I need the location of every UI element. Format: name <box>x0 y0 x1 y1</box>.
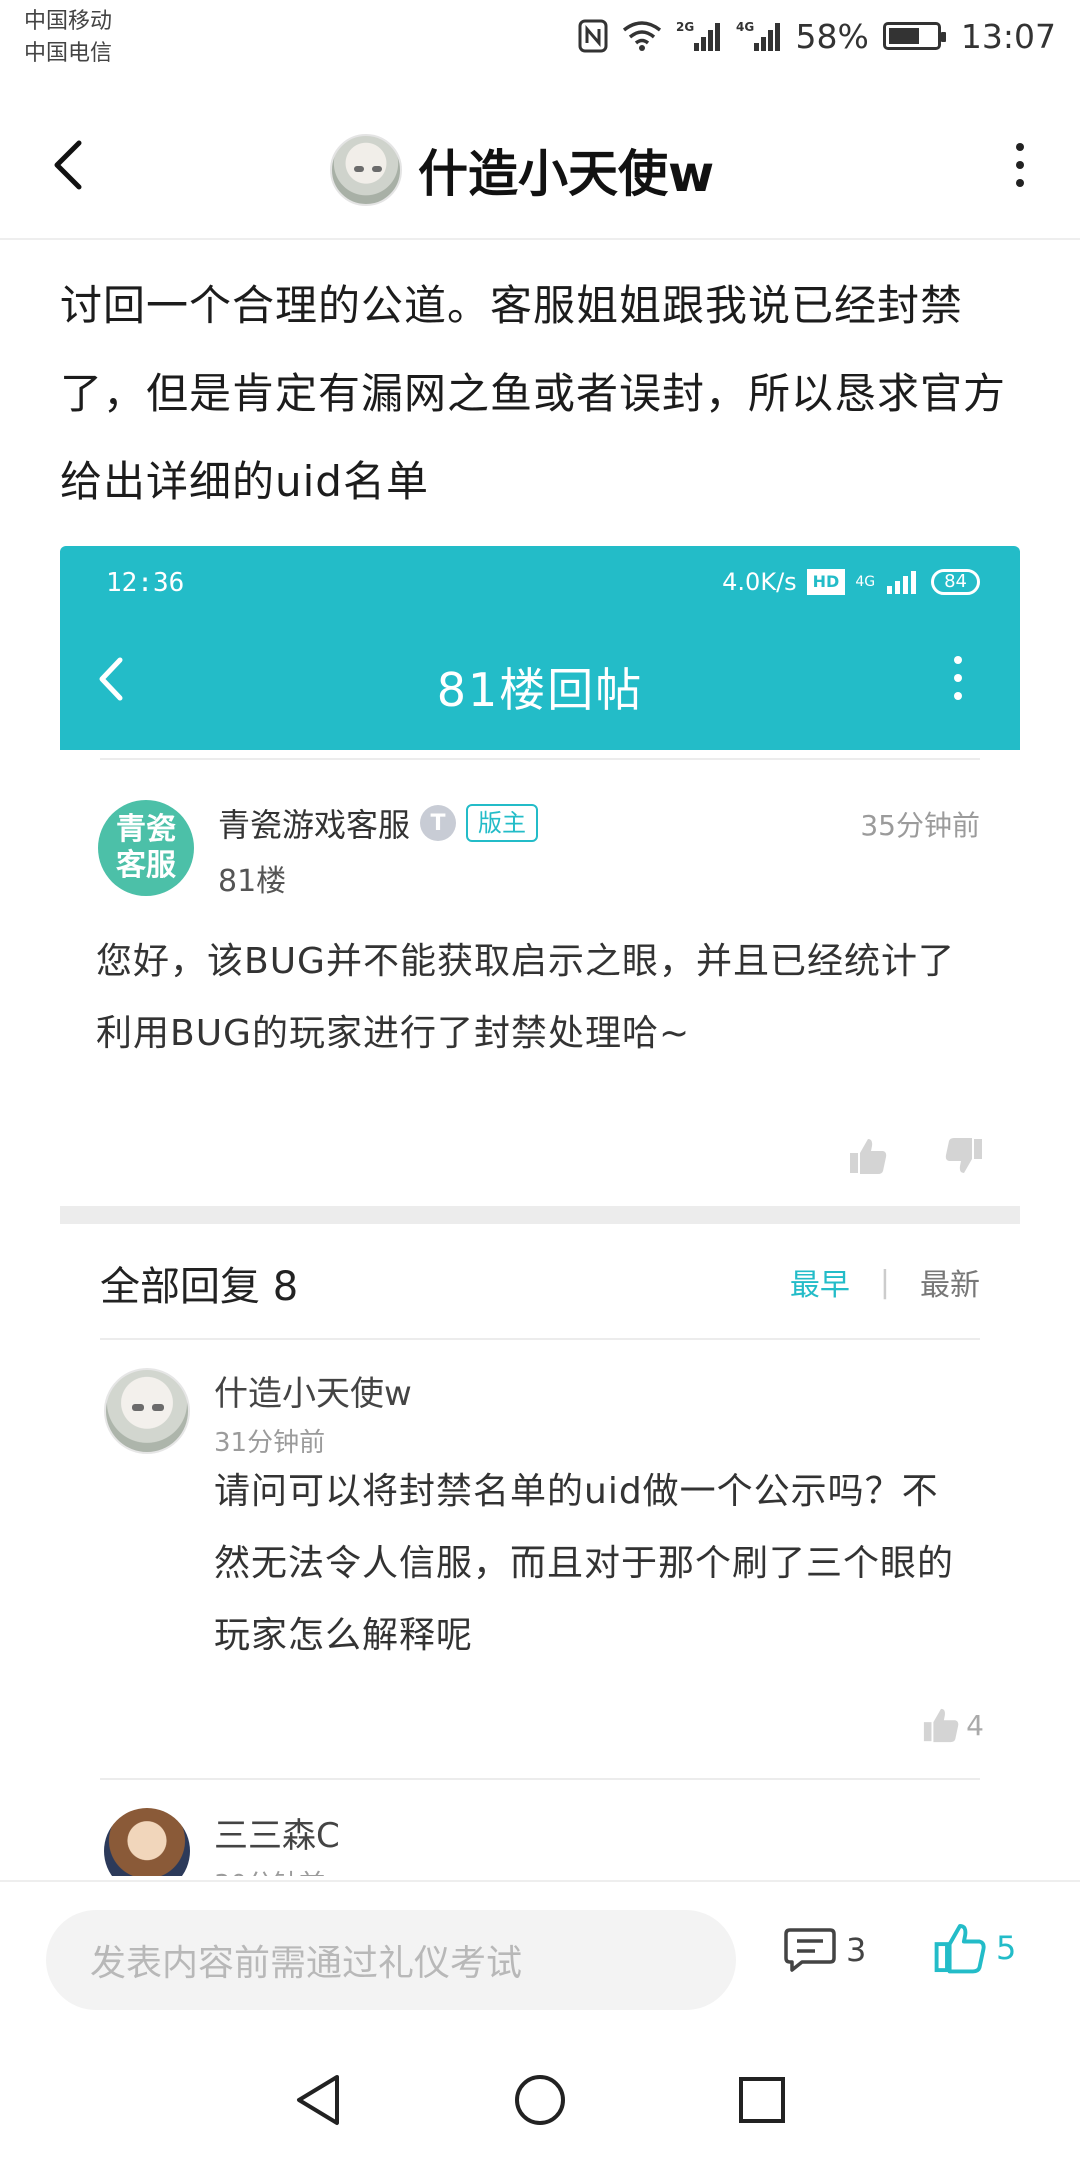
cs-avatar-text: 客服 <box>116 848 176 883</box>
reply-like-count: 4 <box>922 1706 984 1744</box>
level-badge: T <box>420 805 457 841</box>
post-body-text: 讨回一个合理的公道。客服姐姐跟我说已经封禁了，但是肯定有漏网之鱼或者误封，所以恳… <box>60 281 1007 506</box>
comment-input[interactable]: 发表内容前需通过礼仪考试 <box>46 1910 736 2010</box>
reply-timestamp: 30分钟前 <box>214 1864 325 1876</box>
embedded-signal-icon <box>887 571 917 594</box>
like-button[interactable]: 5 <box>934 1922 1016 1974</box>
comment-button[interactable]: 3 <box>784 1926 866 1974</box>
like-count: 5 <box>996 1929 1017 1967</box>
nav-recents-icon[interactable] <box>737 2075 787 2125</box>
replies-header: 全部回复 8 <box>100 1264 299 1310</box>
cs-avatar: 青瓷 客服 <box>98 800 194 896</box>
sort-earliest: 最早 <box>789 1268 850 1303</box>
more-dot <box>1016 179 1024 187</box>
battery-icon <box>882 22 946 50</box>
reply-text: 请问可以将封禁名单的uid做一个公示吗？不然无法令人信服，而且对于那个刷了三个眼… <box>214 1471 955 1656</box>
signal-2g-icon: 2G <box>676 19 722 53</box>
embedded-more-icon <box>954 656 962 700</box>
thumbs-up-icon <box>850 1139 887 1174</box>
thumbs-down-icon <box>945 1138 982 1173</box>
thumbs-up-icon <box>924 1708 959 1743</box>
avatar <box>104 1368 190 1454</box>
sort-separator: | <box>879 1264 890 1300</box>
page-title: 什造小天使w <box>418 145 715 203</box>
cs-avatar-text: 青瓷 <box>116 812 176 847</box>
divider <box>100 1778 980 1780</box>
reply-username: 什造小天使w <box>214 1374 412 1414</box>
carrier-1: 中国移动 <box>24 9 113 34</box>
cs-username: 青瓷游戏客服 <box>218 806 411 844</box>
nav-back-icon[interactable] <box>293 2073 343 2127</box>
carrier-2: 中国电信 <box>24 41 113 66</box>
embedded-header: 12:36 4.0K/s HD 4G 84 81楼回帖 <box>60 546 1020 750</box>
cs-reply-text: 您好，该BUG并不能获取启示之眼，并且已经统计了利用BUG的玩家进行了封禁处理哈… <box>96 941 955 1054</box>
thumbs-up-icon <box>934 1923 986 1974</box>
signal-label-2g: 2G <box>676 20 694 34</box>
system-nav-bar <box>0 2040 1080 2160</box>
wifi-icon <box>622 20 662 52</box>
divider <box>100 1338 980 1340</box>
floor-number: 81楼 <box>218 864 287 899</box>
header-user[interactable]: 什造小天使w <box>330 120 714 220</box>
embedded-screenshot[interactable]: 12:36 4.0K/s HD 4G 84 81楼回帖 青瓷 客服 青瓷游戏客服… <box>60 546 1020 1876</box>
embedded-title: 81楼回帖 <box>436 663 644 717</box>
reply-timestamp: 31分钟前 <box>214 1428 326 1458</box>
embedded-status-icons: 4.0K/s HD 4G 84 <box>722 568 980 596</box>
back-arrow-icon <box>54 140 82 190</box>
embedded-time: 12:36 <box>106 568 185 598</box>
more-dot <box>1016 143 1024 151</box>
clock: 13:07 <box>960 16 1056 56</box>
section-separator <box>60 1206 1020 1224</box>
avatar[interactable] <box>330 134 402 206</box>
bottom-action-bar: 发表内容前需通过礼仪考试 3 5 <box>0 1880 1080 2040</box>
embedded-network: 4G <box>855 574 876 590</box>
comment-count: 3 <box>846 1931 867 1969</box>
carrier-info: 中国移动 中国电信 <box>24 6 112 70</box>
avatar <box>104 1808 190 1876</box>
signal-4g-icon: 4G <box>736 19 782 53</box>
nav-home-icon[interactable] <box>513 2073 567 2127</box>
back-button[interactable] <box>38 130 98 200</box>
embedded-battery: 84 <box>931 569 980 595</box>
divider <box>100 758 980 760</box>
comment-icon <box>784 1928 836 1972</box>
like-count: 4 <box>966 1708 984 1742</box>
cs-timestamp: 35分钟前 <box>860 809 980 842</box>
cs-reaction-icons <box>848 1136 984 1176</box>
status-icons: 2G 4G 58% 13:07 <box>578 14 1056 58</box>
more-options-button[interactable] <box>1000 130 1040 200</box>
more-dot <box>1016 161 1024 169</box>
signal-label-4g: 4G <box>736 20 754 34</box>
nfc-icon <box>578 19 608 53</box>
hd-badge: HD <box>806 569 846 595</box>
embedded-speed: 4.0K/s <box>722 568 797 596</box>
sort-options: 最早 | 最新 <box>790 1260 980 1304</box>
status-bar: 中国移动 中国电信 2G 4G 58% 13:07 <box>0 0 1080 72</box>
reply-username: 三三森C <box>214 1816 340 1856</box>
battery-percent: 58% <box>795 16 869 56</box>
cs-user-line: 青瓷游戏客服 T 版主 <box>218 800 539 846</box>
sort-newest: 最新 <box>920 1268 980 1303</box>
app-header: 什造小天使w <box>0 100 1080 240</box>
moderator-badge: 版主 <box>466 804 539 842</box>
